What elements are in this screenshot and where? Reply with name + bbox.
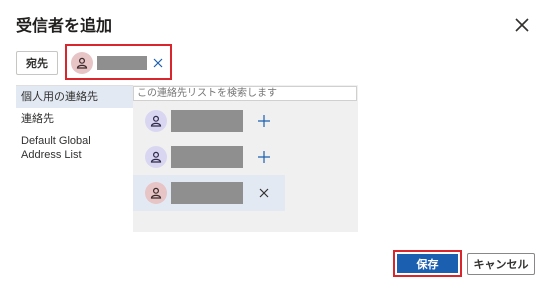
recipient-chip[interactable] bbox=[71, 51, 167, 75]
to-button[interactable]: 宛先 bbox=[16, 51, 58, 75]
contact-name-redacted bbox=[171, 182, 243, 204]
remove-recipient-icon[interactable] bbox=[152, 57, 164, 69]
contact-row-selected[interactable] bbox=[133, 175, 285, 211]
plus-icon[interactable] bbox=[257, 150, 271, 164]
person-icon bbox=[145, 182, 167, 204]
person-icon bbox=[145, 110, 167, 132]
address-book-panel: 個人用の連絡先 連絡先 Default Global Address List bbox=[16, 85, 358, 232]
save-button[interactable]: 保存 bbox=[397, 254, 458, 273]
contact-name-redacted bbox=[171, 146, 243, 168]
close-icon[interactable] bbox=[511, 14, 533, 36]
address-book-list: 個人用の連絡先 連絡先 Default Global Address List bbox=[16, 85, 133, 232]
contact-row[interactable] bbox=[133, 139, 285, 175]
search-input[interactable] bbox=[133, 86, 357, 101]
address-book-global[interactable]: Default Global Address List bbox=[16, 130, 133, 166]
contact-results bbox=[133, 85, 358, 232]
contact-row[interactable] bbox=[133, 103, 285, 139]
close-icon[interactable] bbox=[257, 186, 271, 200]
address-book-personal-contacts[interactable]: 個人用の連絡先 bbox=[16, 86, 133, 108]
contact-name-redacted bbox=[171, 110, 243, 132]
recipient-name-redacted bbox=[97, 56, 147, 70]
person-icon bbox=[71, 52, 93, 74]
address-book-contacts[interactable]: 連絡先 bbox=[16, 108, 133, 130]
plus-icon[interactable] bbox=[257, 114, 271, 128]
person-icon bbox=[145, 146, 167, 168]
dialog-title: 受信者を追加 bbox=[16, 18, 113, 35]
cancel-button[interactable]: キャンセル bbox=[467, 253, 535, 275]
save-button-highlight: 保存 bbox=[393, 250, 462, 277]
